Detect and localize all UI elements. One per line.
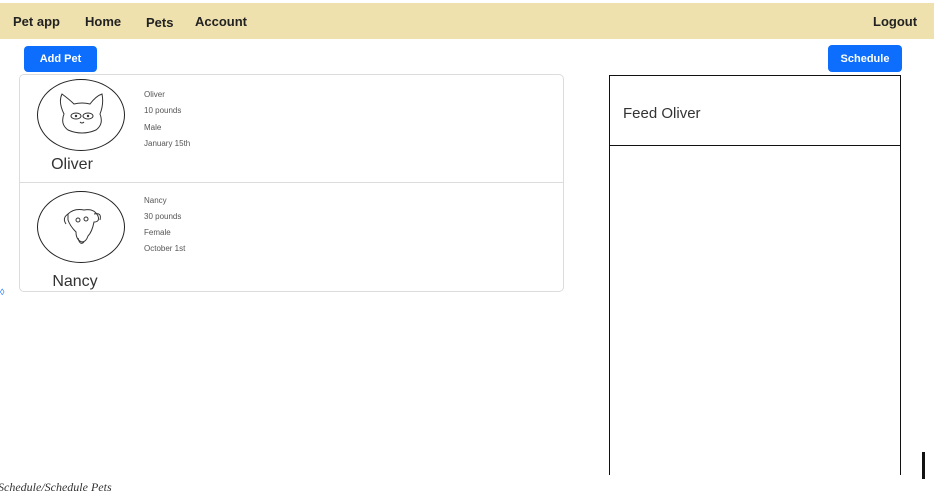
pet-detail-sex: Male: [144, 123, 162, 132]
nav-logout-link[interactable]: Logout: [873, 14, 917, 29]
pet-list-item[interactable]: Nancy Nancy 30 pounds Female October 1st: [20, 183, 563, 291]
add-pet-button[interactable]: Add Pet: [24, 46, 97, 72]
nav-brand[interactable]: Pet app: [13, 14, 60, 29]
nav-account-link[interactable]: Account: [195, 14, 247, 29]
pet-list: Oliver Oliver 10 pounds Male January 15t…: [19, 74, 564, 292]
schedule-task-item[interactable]: Feed Oliver: [610, 76, 900, 146]
pet-detail-name: Oliver: [144, 90, 165, 99]
pet-detail-sex: Female: [144, 228, 171, 237]
pet-detail-weight: 10 pounds: [144, 106, 182, 115]
top-navbar: Pet app Home Pets Account Logout: [0, 3, 934, 39]
pet-detail-weight: 30 pounds: [144, 212, 182, 221]
pet-detail-birthday: October 1st: [144, 244, 186, 253]
schedule-panel: Feed Oliver: [609, 75, 901, 475]
schedule-button[interactable]: Schedule: [828, 45, 902, 72]
pet-name: Nancy: [52, 273, 98, 290]
nav-home-link[interactable]: Home: [85, 14, 121, 29]
pet-name: Oliver: [51, 156, 93, 173]
task-label: Feed Oliver: [623, 105, 701, 122]
text-cursor: [922, 452, 925, 479]
pet-detail-name: Nancy: [144, 196, 167, 205]
pet-detail-birthday: January 15th: [144, 139, 191, 148]
status-text: Schedule/Schedule Pets: [0, 480, 112, 494]
dog-icon: [37, 191, 125, 263]
nav-pets-link[interactable]: Pets: [146, 15, 173, 30]
edge-marker: ◊: [0, 287, 5, 297]
pet-list-item[interactable]: Oliver Oliver 10 pounds Male January 15t…: [20, 75, 563, 183]
cat-icon: [37, 79, 125, 151]
